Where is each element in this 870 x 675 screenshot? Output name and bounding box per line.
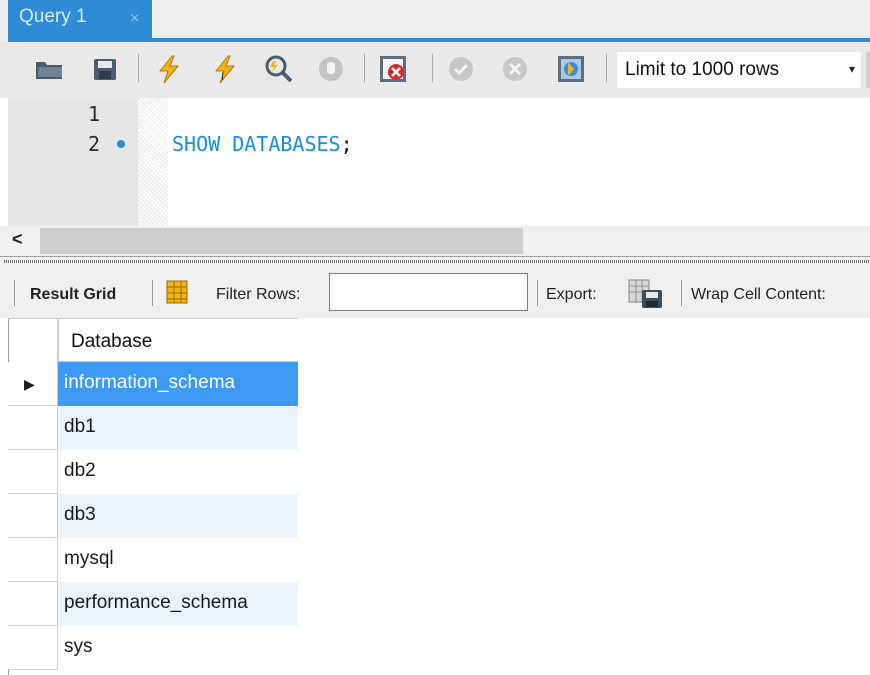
table-row[interactable]: db1 [8,406,298,450]
row-header[interactable]: ▶ [8,362,58,406]
limit-rows-select[interactable]: Limit to 1000 rows ▾ [617,52,861,88]
commit-icon[interactable] [444,52,478,86]
toolbar-separator [152,280,153,306]
line-number-gutter [8,98,138,226]
svg-text:I: I [221,71,224,83]
table-row[interactable]: mysql [8,538,298,582]
row-header[interactable] [8,538,58,582]
scroll-left-icon[interactable]: < [12,229,23,250]
tab-title: Query 1 [19,6,87,27]
table-cell[interactable]: db2 [58,450,298,494]
filter-rows-input[interactable] [329,273,528,311]
table-cell[interactable]: performance_schema [58,582,298,626]
table-cell[interactable]: db3 [58,494,298,538]
stop-icon[interactable] [314,52,348,86]
table-cell[interactable]: information_schema [58,362,298,406]
toolbar-separator [14,280,15,306]
sql-terminator: ; [341,132,353,156]
execute-icon[interactable] [152,52,186,86]
tab-query-1[interactable]: Query 1 × [8,0,152,42]
toolbar-separator [681,280,682,306]
table-row[interactable]: db3 [8,494,298,538]
export-label: Export: [546,286,597,304]
filter-rows-label: Filter Rows: [216,286,300,304]
table-row[interactable]: sys [8,626,298,670]
limit-rows-value: Limit to 1000 rows [625,59,779,80]
grid-corner [8,318,58,362]
scrollbar-thumb[interactable] [40,228,523,254]
row-header[interactable] [8,582,58,626]
wrap-cell-content-label[interactable]: Wrap Cell Content: [691,286,826,304]
explain-icon[interactable] [262,52,296,86]
table-row[interactable]: performance_schema [8,582,298,626]
column-header-database[interactable]: Database [58,318,298,362]
row-header[interactable] [8,626,58,670]
table-cell[interactable]: db1 [58,406,298,450]
sql-keyword: SHOW DATABASES [172,132,341,156]
toolbar-separator [537,280,538,306]
save-icon[interactable] [88,52,122,86]
tab-bar: Query 1 × [0,0,870,42]
row-header[interactable] [8,494,58,538]
table-row[interactable]: db2 [8,450,298,494]
open-folder-icon[interactable] [32,52,66,86]
table-cell[interactable]: mysql [58,538,298,582]
editor-horizontal-scrollbar[interactable]: < [0,226,870,256]
close-icon[interactable]: × [130,10,139,28]
autocommit-icon[interactable] [554,52,588,86]
toolbar-separator [432,54,433,82]
toggle-error-icon[interactable] [376,52,410,86]
grid-layout-icon[interactable] [166,280,188,304]
fold-margin [138,98,168,226]
splitter-grip [4,260,870,263]
rollback-icon[interactable] [498,52,532,86]
toolbar-separator [606,54,607,82]
sql-editor[interactable]: 1 2 SHOW DATABASES; [0,98,870,226]
toolbar-overflow [866,52,870,88]
toolbar-separator [364,54,365,82]
toolbar-separator [138,54,139,82]
result-grid-button[interactable]: Result Grid [30,286,116,304]
execute-current-icon[interactable]: I [208,52,242,86]
code-line-2[interactable]: SHOW DATABASES; [172,132,353,156]
table-cell[interactable]: sys [58,626,298,670]
export-icon[interactable] [628,279,664,309]
query-toolbar: I Limit to 1000 rows ▾ [0,42,870,98]
row-header[interactable] [8,450,58,494]
table-row[interactable]: ▶ information_schema [8,362,298,406]
statement-marker-icon [117,140,125,148]
result-toolbar: Result Grid Filter Rows: Export: Wrap Ce… [0,266,870,318]
row-header[interactable] [8,406,58,450]
line-number: 2 [88,132,100,156]
current-row-pointer-icon: ▶ [24,376,35,393]
line-number: 1 [88,102,100,126]
chevron-down-icon[interactable]: ▾ [849,62,855,76]
